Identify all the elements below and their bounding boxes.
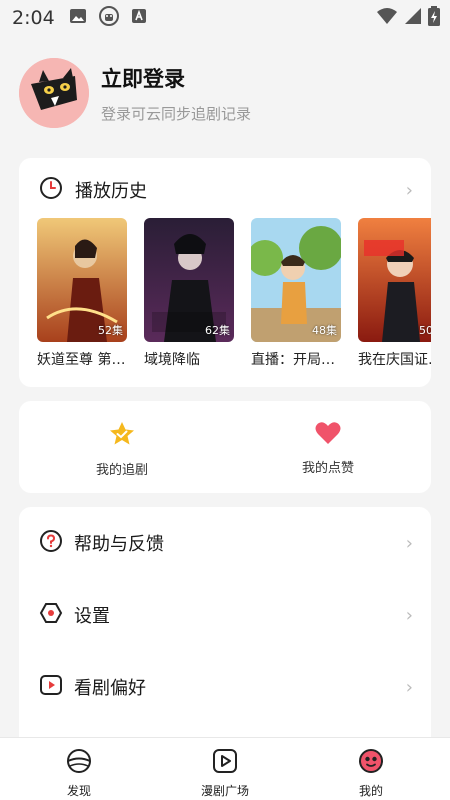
- status-bar: 2:04: [0, 0, 450, 36]
- avatar[interactable]: [19, 58, 89, 128]
- history-card: 播放历史 › 52集 妖道至尊 第… 62集 域境降临 48集 直播：开局… 5…: [19, 158, 431, 387]
- poster-thumbnail[interactable]: 48集: [251, 218, 341, 342]
- history-item[interactable]: 48集 直播：开局…: [251, 218, 341, 369]
- settings-icon: [39, 601, 63, 629]
- font-icon: [131, 8, 147, 28]
- my-likes-button[interactable]: 我的点赞: [248, 421, 408, 476]
- wifi-icon: [376, 7, 398, 29]
- heart-icon: [315, 422, 341, 449]
- episode-count: 52集: [98, 324, 123, 337]
- discover-icon: [66, 749, 92, 778]
- cat-logo-icon: [19, 58, 89, 128]
- bottom-navigation: 发现 漫剧广场 我的: [0, 737, 450, 800]
- history-list: 52集 妖道至尊 第… 62集 域境降临 48集 直播：开局… 50 我在庆国证: [37, 218, 431, 378]
- battery-charging-icon: [428, 6, 440, 30]
- nav-label-discover: 发现: [66, 784, 91, 798]
- my-following-label: 我的追剧: [95, 463, 148, 478]
- clock-icon: [39, 176, 63, 204]
- nav-tab-me[interactable]: 我的: [326, 748, 416, 799]
- poster-thumbnail[interactable]: 62集: [144, 218, 234, 342]
- login-subtitle: 登录可云同步追剧记录: [101, 104, 252, 123]
- menu-item-preferences[interactable]: 看剧偏好 ›: [39, 673, 413, 701]
- episode-count: 50集: [419, 324, 431, 337]
- poster-title: 域境降临: [144, 352, 200, 368]
- quick-actions-card: 我的追剧 我的点赞: [19, 401, 431, 493]
- nav-tab-drama-square[interactable]: 漫剧广场: [180, 748, 270, 799]
- history-item[interactable]: 50集 我在庆国证…: [358, 218, 431, 369]
- my-following-button[interactable]: 我的追剧: [42, 421, 202, 478]
- nav-label-me: 我的: [358, 784, 383, 798]
- drama-square-icon: [212, 749, 238, 778]
- chevron-right-icon: ›: [405, 676, 413, 698]
- chevron-right-icon: ›: [405, 179, 413, 201]
- signal-icon: [404, 7, 422, 29]
- play-preference-icon: [39, 673, 63, 701]
- menu-item-settings[interactable]: 设置 ›: [39, 601, 413, 629]
- episode-count: 62集: [205, 324, 230, 337]
- episode-count: 48集: [312, 324, 337, 337]
- poster-title: 直播：开局…: [251, 352, 335, 368]
- image-icon: [69, 8, 87, 28]
- menu-label-help: 帮助与反馈: [74, 534, 164, 555]
- menu-item-help[interactable]: 帮助与反馈 ›: [39, 529, 413, 557]
- history-item[interactable]: 52集 妖道至尊 第…: [37, 218, 127, 369]
- nav-label-drama-square: 漫剧广场: [200, 784, 249, 798]
- login-title[interactable]: 立即登录: [101, 63, 251, 93]
- history-header[interactable]: 播放历史 ›: [39, 176, 413, 204]
- poster-title: 我在庆国证…: [358, 352, 431, 368]
- my-likes-label: 我的点赞: [301, 461, 354, 476]
- chevron-right-icon: ›: [405, 604, 413, 626]
- status-time: 2:04: [12, 7, 55, 29]
- menu-label-settings: 设置: [74, 606, 110, 627]
- nav-tab-discover[interactable]: 发现: [34, 748, 124, 799]
- me-icon: [358, 749, 384, 778]
- history-item[interactable]: 62集 域境降临: [144, 218, 234, 369]
- settings-menu-card: 帮助与反馈 › 设置 › 看剧偏好 ›: [19, 507, 431, 747]
- poster-title: 妖道至尊 第…: [37, 352, 126, 368]
- chevron-right-icon: ›: [405, 532, 413, 554]
- profile-header[interactable]: 立即登录 登录可云同步追剧记录: [19, 57, 439, 129]
- menu-label-preferences: 看剧偏好: [74, 678, 146, 699]
- poster-thumbnail[interactable]: 50集: [358, 218, 431, 342]
- help-icon: [39, 529, 63, 557]
- history-title: 播放历史: [75, 181, 147, 202]
- android-icon: [98, 6, 119, 30]
- poster-thumbnail[interactable]: 52集: [37, 218, 127, 342]
- star-check-icon: [109, 422, 135, 451]
